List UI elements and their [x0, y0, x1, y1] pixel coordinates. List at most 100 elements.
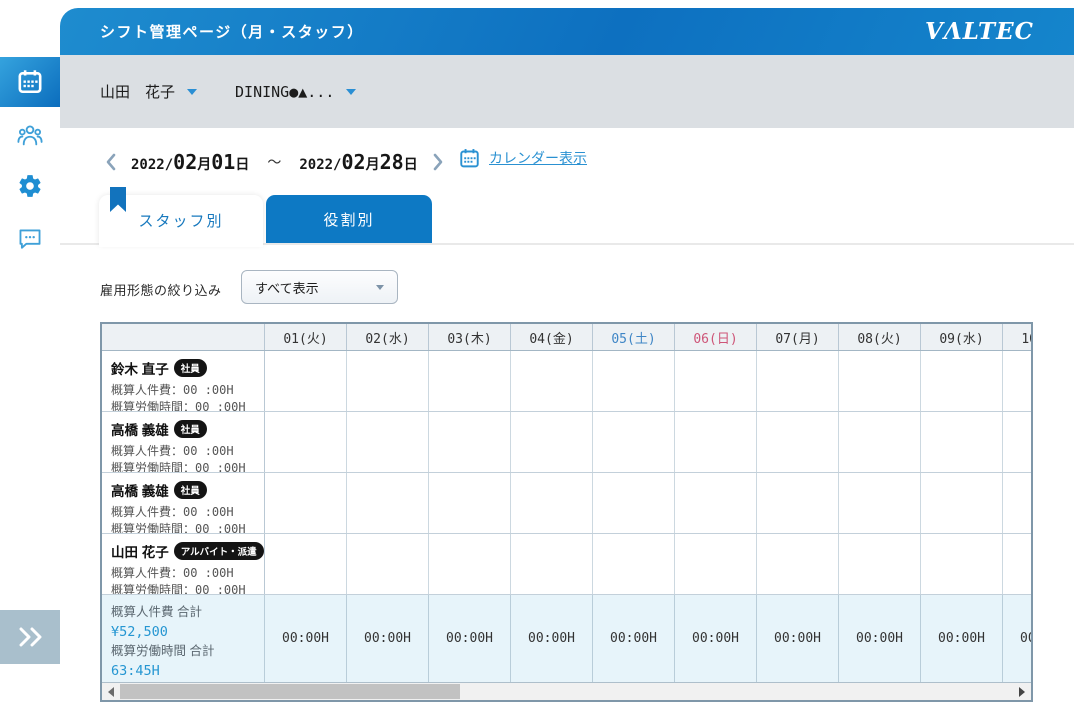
horizontal-scrollbar[interactable] — [102, 683, 1031, 700]
shift-cell[interactable] — [511, 534, 593, 594]
shift-cell[interactable] — [839, 473, 921, 533]
day-column-header: 08(火) — [839, 324, 921, 350]
shift-cell[interactable] — [1003, 351, 1031, 411]
scroll-left-button[interactable] — [102, 683, 119, 700]
shift-cell[interactable] — [347, 534, 429, 594]
shift-cell[interactable] — [511, 412, 593, 472]
shift-cell[interactable] — [347, 473, 429, 533]
prev-month-button[interactable] — [103, 151, 119, 173]
sidebar-item-settings[interactable] — [0, 161, 60, 211]
shift-cell[interactable] — [593, 534, 675, 594]
shift-cell[interactable] — [921, 534, 1003, 594]
time-line: 概算労働時間：00 :00H — [111, 460, 255, 472]
shift-cell[interactable] — [921, 412, 1003, 472]
caret-down-icon — [187, 89, 197, 95]
shift-cell[interactable] — [839, 534, 921, 594]
cost-line: 概算人件費：00 :00H — [111, 382, 255, 399]
staff-name-line: 鈴木 直子社員 — [111, 358, 255, 378]
staff-selector-dropdown[interactable]: 山田 花子 — [100, 81, 197, 102]
table-header-row: 01(火)02(水)03(木)04(金)05(土)06(日)07(月)08(火)… — [102, 324, 1031, 351]
shift-cell[interactable] — [593, 351, 675, 411]
double-chevron-right-icon — [17, 626, 43, 648]
employment-badge: アルバイト・派遣 — [174, 542, 264, 560]
employment-filter-label: 雇用形態の絞り込み — [100, 280, 222, 299]
shift-cell[interactable] — [921, 473, 1003, 533]
calendar-view-link[interactable]: カレンダー表示 — [459, 145, 587, 171]
time-line-value: 00 :00H — [195, 522, 246, 533]
summary-day-cell: 00:00H — [921, 595, 1003, 682]
shift-cell[interactable] — [1003, 412, 1031, 472]
day-column-header: 05(土) — [593, 324, 675, 350]
shift-cell[interactable] — [757, 473, 839, 533]
tab-by-role-label: 役割別 — [323, 209, 374, 230]
summary-day-cell: 00:00H — [265, 595, 347, 682]
cost-line-value: 00 :00H — [183, 383, 234, 397]
caret-down-icon — [376, 285, 384, 290]
shift-cell[interactable] — [429, 534, 511, 594]
shift-cell[interactable] — [511, 351, 593, 411]
store-selector-dropdown[interactable]: DINING●▲... — [235, 83, 356, 101]
cost-line: 概算人件費：00 :00H — [111, 443, 255, 460]
employment-filter-select[interactable]: すべて表示 — [241, 270, 398, 304]
sidebar-item-shift-calendar[interactable] — [0, 57, 60, 107]
shift-cell[interactable] — [347, 351, 429, 411]
shift-cell[interactable] — [265, 473, 347, 533]
shift-cell[interactable] — [265, 412, 347, 472]
cost-line-value: 00 :00H — [183, 444, 234, 458]
shift-cell[interactable] — [1003, 534, 1031, 594]
sidebar-item-staff[interactable] — [0, 110, 60, 160]
shift-cell[interactable] — [429, 412, 511, 472]
day-column-header: 03(木) — [429, 324, 511, 350]
shift-cell[interactable] — [593, 473, 675, 533]
tab-by-staff-label: スタッフ別 — [138, 210, 223, 231]
next-month-button[interactable] — [430, 151, 446, 173]
shift-cell[interactable] — [429, 351, 511, 411]
sidebar-expand-button[interactable] — [0, 610, 60, 664]
bookmark-icon — [110, 187, 126, 216]
shift-cell[interactable] — [347, 412, 429, 472]
time-line-value: 00 :00H — [195, 461, 246, 472]
time-total-value: 63:45H — [111, 661, 255, 681]
scroll-thumb[interactable] — [120, 684, 460, 699]
shift-cell[interactable] — [757, 351, 839, 411]
shift-cell[interactable] — [429, 473, 511, 533]
summary-day-cell: 00:00H — [511, 595, 593, 682]
time-line-label: 概算労働時間： — [111, 583, 195, 594]
shift-cell[interactable] — [675, 351, 757, 411]
sidebar-item-messages[interactable] — [0, 213, 60, 263]
tab-by-staff[interactable]: スタッフ別 — [99, 195, 263, 245]
shift-cell[interactable] — [757, 412, 839, 472]
shift-cell[interactable] — [839, 412, 921, 472]
date-range-nav: 2022/02月01日 ～ 2022/02月28日 — [103, 146, 446, 178]
staff-row-header: 山田 花子アルバイト・派遣概算人件費：00 :00H概算労働時間：00 :00H — [102, 534, 265, 594]
shift-cell[interactable] — [1003, 473, 1031, 533]
shift-cell[interactable] — [511, 473, 593, 533]
cost-line-label: 概算人件費： — [111, 444, 183, 458]
calendar-view-label: カレンダー表示 — [489, 148, 587, 168]
calendar-icon — [17, 69, 43, 95]
shift-cell[interactable] — [675, 534, 757, 594]
summary-day-cell: 00:00H — [1003, 595, 1031, 682]
cost-line-label: 概算人件費： — [111, 505, 183, 519]
staff-row-header: 高橋 義雄社員概算人件費：00 :00H概算労働時間：00 :00H — [102, 473, 265, 533]
shift-cell[interactable] — [265, 351, 347, 411]
gear-icon — [17, 173, 43, 199]
shift-cell[interactable] — [757, 534, 839, 594]
summary-header-cell: 概算人件費 合計 ¥52,500 概算労働時間 合計 63:45H — [102, 595, 265, 682]
end-month-unit: 月 — [366, 154, 380, 174]
brand-logo: VΛLTEC — [925, 18, 1034, 45]
staff-row-header: 鈴木 直子社員概算人件費：00 :00H概算労働時間：00 :00H — [102, 351, 265, 411]
shift-cell[interactable] — [921, 351, 1003, 411]
shift-cell[interactable] — [839, 351, 921, 411]
day-column-header: 07(月) — [757, 324, 839, 350]
scroll-right-button[interactable] — [1013, 683, 1030, 700]
shift-cell[interactable] — [675, 473, 757, 533]
staff-name-line: 山田 花子アルバイト・派遣 — [111, 541, 255, 561]
app-header: シフト管理ページ（月・スタッフ） VΛLTEC — [60, 8, 1074, 55]
shift-cell[interactable] — [675, 412, 757, 472]
tab-by-role[interactable]: 役割別 — [266, 195, 432, 243]
shift-cell[interactable] — [265, 534, 347, 594]
employment-badge: 社員 — [174, 481, 207, 499]
chevron-right-icon — [432, 153, 444, 171]
shift-cell[interactable] — [593, 412, 675, 472]
